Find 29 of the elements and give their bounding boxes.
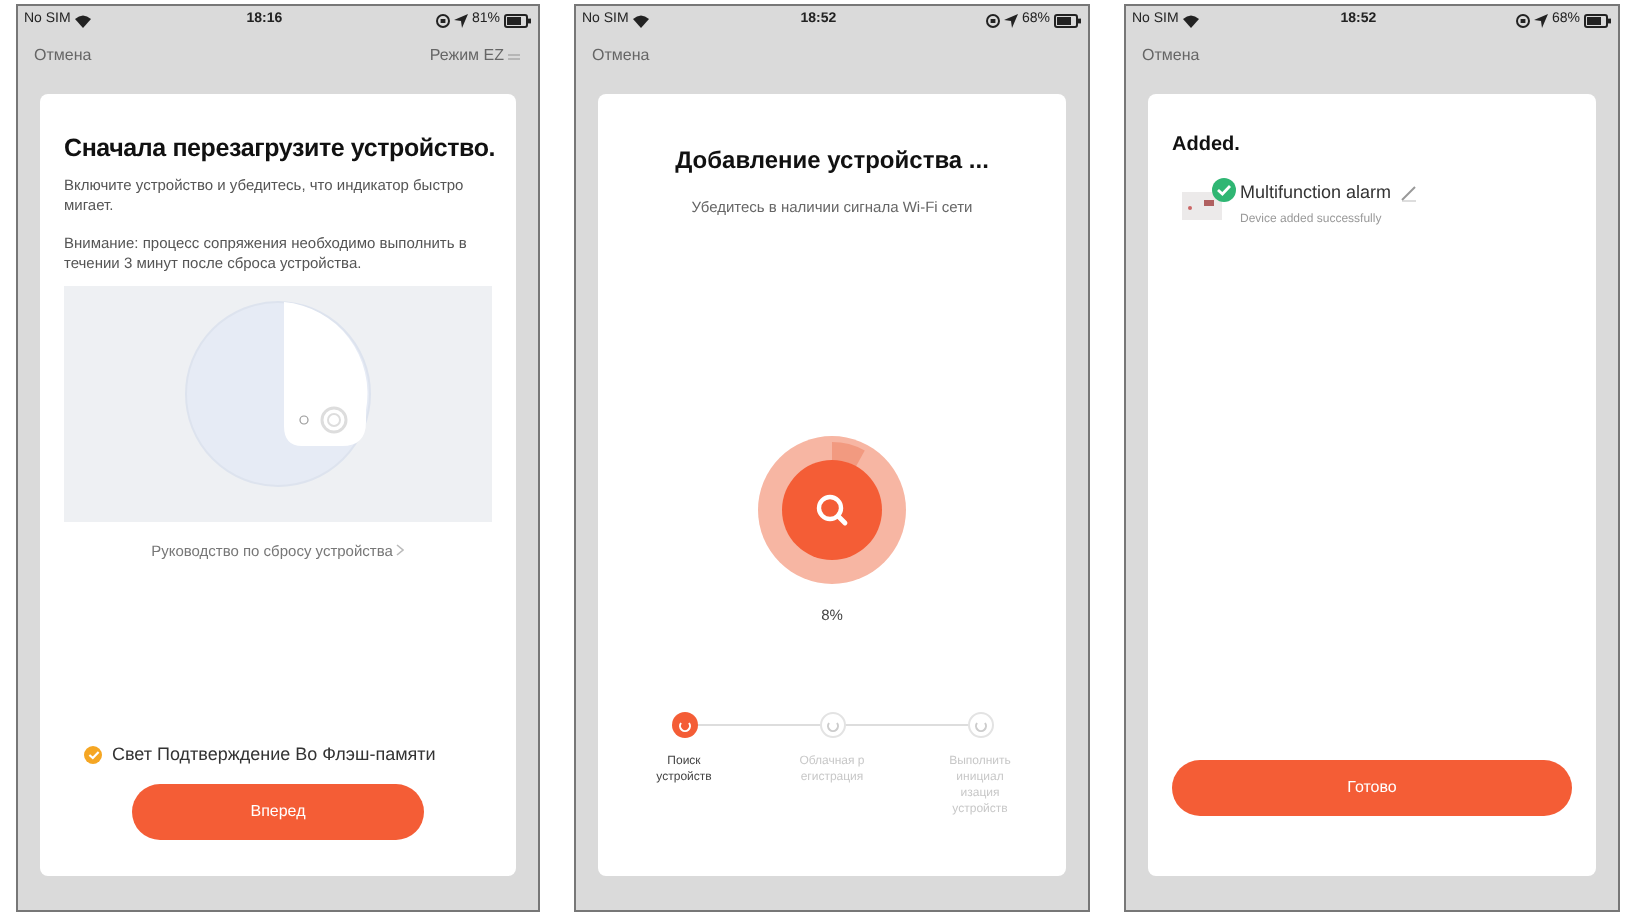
- lock-rotation-icon: [1515, 13, 1530, 27]
- confirm-label: Свет Подтверждение Во Флэш-памяти: [112, 741, 436, 768]
- device-name: Multifunction alarm: [1240, 180, 1392, 206]
- primary-button[interactable]: Вперед: [132, 784, 424, 840]
- location-arrow-icon: [453, 13, 468, 27]
- screen-title: Добавление устройства ...: [675, 144, 989, 178]
- screen-title: Added.: [1172, 132, 1242, 160]
- wifi-icon: [74, 13, 93, 27]
- checkmark-badge-icon: [1212, 178, 1236, 202]
- wifi-icon: [1182, 13, 1201, 27]
- cancel-button[interactable]: Отмена: [1142, 44, 1200, 68]
- confirm-checkbox[interactable]: [84, 745, 102, 764]
- mode-button[interactable]: Режим EZ: [429, 44, 504, 68]
- location-arrow-icon: [1003, 13, 1018, 27]
- cancel-button[interactable]: Отмена: [592, 44, 650, 68]
- lock-rotation-icon: [435, 13, 450, 27]
- battery-icon: [503, 13, 532, 27]
- screen-title: Сначала перезагрузите устройство.: [64, 132, 492, 166]
- battery-icon: [1583, 13, 1612, 27]
- lock-rotation-icon: [985, 13, 1000, 27]
- pencil-icon: [1399, 184, 1418, 203]
- wifi-icon: [632, 13, 651, 27]
- cancel-button[interactable]: Отмена: [34, 44, 92, 68]
- search-icon: [814, 492, 850, 529]
- alarm-device-icon: [1182, 192, 1222, 220]
- location-arrow-icon: [1533, 13, 1548, 27]
- chevron-right-icon: [396, 544, 405, 557]
- battery-icon: [1053, 13, 1082, 27]
- primary-button[interactable]: Готово: [1172, 760, 1572, 816]
